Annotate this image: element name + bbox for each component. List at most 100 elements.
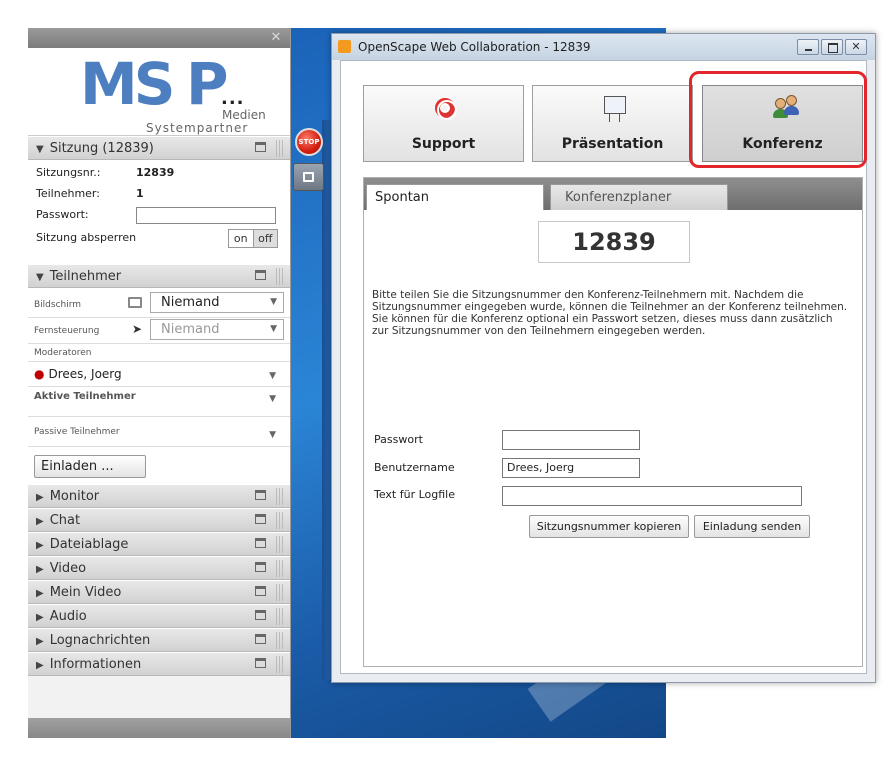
minimize-icon[interactable] bbox=[255, 514, 266, 524]
username-field[interactable]: Drees, Joerg bbox=[502, 458, 640, 478]
remote-select[interactable]: Niemand ▼ bbox=[150, 319, 284, 340]
chevron-down-icon[interactable]: ▼ bbox=[269, 371, 276, 381]
maximize-button[interactable] bbox=[821, 39, 843, 55]
grip-icon[interactable] bbox=[276, 632, 284, 649]
divider bbox=[28, 343, 290, 344]
expand-triangle-icon: ▶ bbox=[36, 660, 44, 671]
instructions-text: Bitte teilen Sie die Sitzungsnummer den … bbox=[372, 289, 848, 337]
chevron-down-icon: ▼ bbox=[270, 324, 277, 334]
close-icon[interactable]: ✕ bbox=[268, 30, 284, 46]
moderator-name: Drees, Joerg bbox=[48, 367, 122, 381]
section-header-lognachrichten[interactable]: ▶ Lognachrichten bbox=[28, 628, 290, 652]
minimize-icon[interactable] bbox=[255, 142, 266, 152]
copy-session-number-button[interactable]: Sitzungsnummer kopieren bbox=[529, 515, 689, 538]
monitor-icon bbox=[128, 297, 142, 308]
session-nr-label: Sitzungsnr.: bbox=[36, 166, 101, 179]
collapsed-sections: ▶ Monitor ▶ Chat ▶ Dateiablage ▶ Video ▶ Mein Vid… bbox=[28, 484, 290, 676]
window-toggle-button[interactable] bbox=[293, 163, 324, 191]
section-header-dateiablage[interactable]: ▶ Dateiablage bbox=[28, 532, 290, 556]
minimize-icon[interactable] bbox=[255, 610, 266, 620]
status-dot-icon: ● bbox=[34, 367, 45, 381]
minimize-icon[interactable] bbox=[255, 658, 266, 668]
divider bbox=[28, 416, 290, 417]
collapse-triangle-icon: ▼ bbox=[36, 272, 44, 283]
expand-triangle-icon: ▶ bbox=[36, 564, 44, 575]
grip-icon[interactable] bbox=[276, 560, 284, 577]
active-participants-label: Aktive Teilnehmer bbox=[34, 391, 136, 402]
screen-select[interactable]: Niemand ▼ bbox=[150, 292, 284, 313]
collapse-triangle-icon: ▼ bbox=[36, 144, 44, 155]
section-header-chat[interactable]: ▶ Chat bbox=[28, 508, 290, 532]
section-title: Lognachrichten bbox=[49, 633, 151, 648]
chevron-down-icon[interactable]: ▼ bbox=[269, 430, 276, 440]
window-titlebar[interactable]: OpenScape Web Collaboration - 12839 ✕ bbox=[332, 34, 875, 60]
lock-session-label: Sitzung absperren bbox=[36, 231, 137, 244]
session-info: Sitzungsnr.: 12839 Teilnehmer: 1 Passwor… bbox=[28, 160, 290, 264]
participants-section-header[interactable]: ▼ Teilnehmer bbox=[28, 264, 290, 288]
expand-triangle-icon: ▶ bbox=[36, 540, 44, 551]
session-section-header[interactable]: ▼ Sitzung (12839) bbox=[28, 136, 290, 160]
grip-icon[interactable] bbox=[276, 584, 284, 601]
participants-section-title: Teilnehmer bbox=[49, 269, 122, 284]
minimize-icon[interactable] bbox=[255, 634, 266, 644]
grip-icon[interactable] bbox=[276, 140, 284, 157]
password-field[interactable] bbox=[502, 430, 640, 450]
screen-select-value: Niemand bbox=[161, 295, 220, 310]
window-title: OpenScape Web Collaboration - 12839 bbox=[358, 40, 591, 54]
participants-value: 1 bbox=[136, 187, 144, 200]
tab-spontan[interactable]: Spontan bbox=[366, 184, 544, 210]
section-header-video[interactable]: ▶ Video bbox=[28, 556, 290, 580]
send-invitation-button[interactable]: Einladung senden bbox=[694, 515, 810, 538]
grip-icon[interactable] bbox=[276, 656, 284, 673]
chevron-down-icon[interactable]: ▼ bbox=[269, 394, 276, 404]
presentation-label: Präsentation bbox=[561, 136, 664, 152]
minimize-icon[interactable] bbox=[255, 538, 266, 548]
section-header-monitor[interactable]: ▶ Monitor bbox=[28, 484, 290, 508]
logtext-field[interactable] bbox=[502, 486, 802, 506]
toggle-on[interactable]: on bbox=[229, 230, 253, 247]
expand-triangle-icon: ▶ bbox=[36, 636, 44, 647]
invite-button[interactable]: Einladen ... bbox=[34, 455, 146, 478]
grip-icon[interactable] bbox=[276, 608, 284, 625]
support-label: Support bbox=[411, 136, 476, 152]
minimize-icon[interactable] bbox=[255, 562, 266, 572]
username-field-label: Benutzername bbox=[374, 461, 455, 474]
minimize-icon[interactable] bbox=[255, 270, 266, 280]
expand-triangle-icon: ▶ bbox=[36, 516, 44, 527]
grip-icon[interactable] bbox=[276, 536, 284, 553]
session-section-title: Sitzung (12839) bbox=[49, 141, 154, 156]
remote-select-value: Niemand bbox=[161, 322, 220, 337]
toggle-off[interactable]: off bbox=[252, 230, 277, 247]
moderator-item[interactable]: ● Drees, Joerg bbox=[34, 367, 122, 381]
minimize-icon[interactable] bbox=[255, 586, 266, 596]
support-mode-button[interactable]: Support bbox=[363, 85, 524, 162]
left-panel: ✕ MS P ... Medien Systempartner ▼ Sitzung… bbox=[28, 28, 291, 738]
participants-label: Teilnehmer: bbox=[36, 187, 100, 200]
minimize-icon[interactable] bbox=[255, 490, 266, 500]
section-title: Chat bbox=[49, 513, 81, 528]
session-password-input[interactable] bbox=[136, 207, 276, 224]
section-title: Mein Video bbox=[49, 585, 122, 600]
grip-icon[interactable] bbox=[276, 488, 284, 505]
lock-session-toggle[interactable]: on off bbox=[228, 229, 278, 248]
close-button[interactable]: ✕ bbox=[845, 39, 867, 55]
divider bbox=[28, 317, 290, 318]
tab-konferenzplaner[interactable]: Konferenzplaner bbox=[550, 184, 728, 210]
window-icon bbox=[303, 172, 314, 182]
logo-ms: MS bbox=[80, 50, 175, 118]
conference-tabs: Spontan Konferenzplaner 12839 Bitte teil… bbox=[363, 177, 863, 667]
grip-icon[interactable] bbox=[276, 268, 284, 285]
stop-button[interactable]: STOP bbox=[295, 128, 323, 156]
lifebuoy-icon bbox=[435, 98, 457, 120]
logo-medien: Medien bbox=[222, 108, 266, 122]
grip-icon[interactable] bbox=[276, 512, 284, 529]
presentation-board-icon bbox=[604, 96, 626, 114]
panel-titlebar: ✕ bbox=[28, 28, 290, 48]
minimize-button[interactable] bbox=[797, 39, 819, 55]
moderators-label: Moderatoren bbox=[34, 348, 92, 358]
presentation-mode-button[interactable]: Präsentation bbox=[532, 85, 693, 162]
logo-dots: ... bbox=[221, 88, 245, 109]
section-header-mein-video[interactable]: ▶ Mein Video bbox=[28, 580, 290, 604]
section-header-informationen[interactable]: ▶ Informationen bbox=[28, 652, 290, 676]
section-header-audio[interactable]: ▶ Audio bbox=[28, 604, 290, 628]
